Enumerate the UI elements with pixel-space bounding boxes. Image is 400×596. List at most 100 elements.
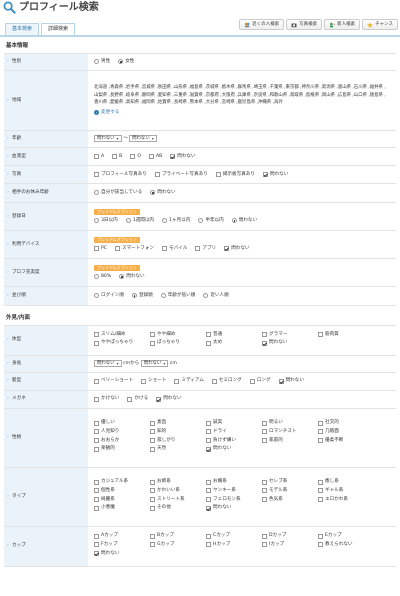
type-option-checkbox[interactable]: ギャル系	[318, 488, 374, 494]
region-change-link[interactable]: › 変更する	[94, 110, 119, 116]
personality-option-checkbox[interactable]: 天然	[150, 446, 206, 452]
type-option-checkbox[interactable]: お嬢系	[206, 479, 262, 485]
personality-option-checkbox[interactable]: 寂しがり	[150, 438, 206, 444]
type-option-checkbox[interactable]: かわいい系	[150, 488, 206, 494]
body-option-checkbox[interactable]: ぽっちゃり	[150, 340, 206, 346]
invite-any-radio[interactable]: 問わない	[150, 190, 176, 196]
order-registered-radio[interactable]: 登録順	[131, 293, 153, 299]
type-option-checkbox[interactable]: その他	[150, 505, 206, 511]
personality-option-checkbox[interactable]: 問わない	[206, 446, 262, 452]
registered-3days-radio[interactable]: 3日以内	[94, 218, 118, 224]
cup-option-checkbox[interactable]: Aカップ	[94, 533, 150, 539]
personality-option-checkbox[interactable]: 明るい	[262, 420, 318, 426]
personality-option-checkbox[interactable]: 優しい	[94, 420, 150, 426]
type-option-checkbox[interactable]: 小悪魔	[94, 505, 150, 511]
gender-male-radio[interactable]: 男性	[94, 59, 110, 65]
new-member-search-button[interactable]: + 新人検索	[324, 19, 361, 30]
photo-private-checkbox[interactable]: プライベート写真あり	[154, 172, 208, 178]
blood-o-checkbox[interactable]: O	[130, 154, 141, 160]
photo-profile-checkbox[interactable]: プロフィール写真あり	[94, 172, 147, 178]
fill-80-radio[interactable]: 80%	[94, 274, 111, 280]
cup-option-checkbox[interactable]: Gカップ	[150, 542, 206, 548]
type-option-checkbox[interactable]: エロかわ系	[318, 497, 374, 503]
photo-search-button[interactable]: 写真検索	[286, 19, 323, 30]
personality-option-checkbox[interactable]: ドライ	[206, 429, 262, 435]
personality-option-checkbox[interactable]: 知的	[150, 429, 206, 435]
tab-detail-search[interactable]: 詳細検索	[41, 23, 76, 35]
personality-option-checkbox[interactable]: 家庭的	[262, 438, 318, 444]
personality-option-checkbox[interactable]: おおらか	[94, 438, 150, 444]
nearby-search-button[interactable]: 近くの人検索	[239, 19, 285, 30]
cup-option-checkbox[interactable]: 問わない	[94, 551, 150, 557]
cup-option-checkbox[interactable]: Iカップ	[262, 542, 318, 548]
type-option-checkbox[interactable]: お姉系	[150, 479, 206, 485]
body-option-checkbox[interactable]: やや細め	[150, 332, 206, 338]
type-option-checkbox[interactable]: フェロモン系	[206, 497, 262, 503]
type-option-checkbox[interactable]: 綺麗系	[94, 497, 150, 503]
body-option-checkbox[interactable]: 問わない	[262, 340, 318, 346]
blood-any-checkbox[interactable]: 問わない	[170, 154, 196, 160]
invite-match-radio[interactable]: 自分が該当している	[94, 190, 142, 196]
type-option-checkbox[interactable]: 問わない	[206, 505, 262, 511]
device-any-checkbox[interactable]: 問わない	[224, 246, 250, 252]
registered-halfyear-radio[interactable]: 半年以内	[198, 218, 224, 224]
body-option-checkbox[interactable]: グラマー	[262, 332, 318, 338]
personality-option-checkbox[interactable]: 誠実	[206, 420, 262, 426]
cup-option-checkbox[interactable]: 教えられない	[318, 542, 374, 548]
glasses-option-checkbox[interactable]: 問わない	[156, 396, 182, 402]
personality-option-checkbox[interactable]: 几帳面	[318, 429, 374, 435]
device-mobile-checkbox[interactable]: モバイル	[162, 246, 187, 252]
registered-1month-radio[interactable]: 1ヶ月以内	[162, 218, 190, 224]
body-option-checkbox[interactable]: スリム/細め	[94, 332, 150, 338]
glasses-option-checkbox[interactable]: かける	[127, 396, 148, 402]
blood-ab-checkbox[interactable]: AB	[148, 154, 162, 160]
age-from-select[interactable]: 問わない	[94, 135, 122, 143]
registered-any-radio[interactable]: 問わない	[231, 218, 257, 224]
cup-option-checkbox[interactable]: Eカップ	[318, 533, 374, 539]
fill-any-radio[interactable]: 問わない	[119, 274, 145, 280]
device-pc-checkbox[interactable]: PC	[94, 246, 107, 252]
cup-option-checkbox[interactable]: Cカップ	[206, 533, 262, 539]
type-option-checkbox[interactable]: ストリート系	[150, 497, 206, 503]
age-to-select[interactable]: 問わない	[129, 135, 157, 143]
personality-option-checkbox[interactable]: 人見知り	[94, 429, 150, 435]
personality-option-checkbox[interactable]: ロマンチスト	[262, 429, 318, 435]
order-login-radio[interactable]: ログイン順	[94, 293, 124, 299]
personality-option-checkbox[interactable]: 楽観的	[94, 446, 150, 452]
body-option-checkbox[interactable]: 普通	[206, 332, 262, 338]
order-age-radio[interactable]: 年齢が低い順	[160, 293, 195, 299]
height-from-select[interactable]: 問わない	[94, 360, 122, 368]
body-option-checkbox[interactable]: ややぽっちゃり	[94, 340, 150, 346]
cup-option-checkbox[interactable]: Hカップ	[206, 542, 262, 548]
hair-option-checkbox[interactable]: ミディアム	[174, 378, 204, 384]
personality-option-checkbox[interactable]: 優柔不断	[318, 438, 374, 444]
type-option-checkbox[interactable]: セレブ系	[262, 479, 318, 485]
hair-option-checkbox[interactable]: セミロング	[211, 378, 242, 384]
gender-female-radio[interactable]: 女性	[118, 59, 134, 65]
cup-option-checkbox[interactable]: Fカップ	[94, 542, 150, 548]
chance-button[interactable]: チャンス	[362, 19, 398, 30]
personality-option-checkbox[interactable]: 負けず嫌い	[206, 438, 262, 444]
hair-option-checkbox[interactable]: 問わない	[278, 378, 304, 384]
photo-board-checkbox[interactable]: 掲示板写真あり	[215, 172, 255, 178]
type-option-checkbox[interactable]: カジュアル系	[94, 479, 150, 485]
body-option-checkbox[interactable]: 筋肉質	[318, 332, 374, 338]
device-smartphone-checkbox[interactable]: スマートフォン	[114, 246, 154, 252]
personality-option-checkbox[interactable]: 素直	[150, 420, 206, 426]
blood-a-checkbox[interactable]: A	[94, 154, 104, 160]
registered-1week-radio[interactable]: 1週間以内	[125, 218, 154, 224]
height-to-select[interactable]: 問わない	[140, 360, 169, 368]
cup-option-checkbox[interactable]: Bカップ	[150, 533, 206, 539]
order-near-radio[interactable]: 近い人順	[203, 293, 229, 299]
cup-option-checkbox[interactable]: Dカップ	[262, 533, 318, 539]
type-option-checkbox[interactable]: 色気系	[262, 497, 318, 503]
body-option-checkbox[interactable]: 太め	[206, 340, 262, 346]
type-option-checkbox[interactable]: モデル系	[262, 488, 318, 494]
blood-b-checkbox[interactable]: B	[112, 154, 122, 160]
hair-option-checkbox[interactable]: ベリーショート	[94, 378, 133, 384]
hair-option-checkbox[interactable]: ショート	[141, 378, 166, 384]
tab-basic-search[interactable]: 基本検索	[5, 23, 40, 35]
personality-option-checkbox[interactable]: 社交的	[318, 420, 374, 426]
type-option-checkbox[interactable]: ヤンキー系	[206, 488, 262, 494]
device-app-checkbox[interactable]: アプリ	[195, 246, 216, 252]
